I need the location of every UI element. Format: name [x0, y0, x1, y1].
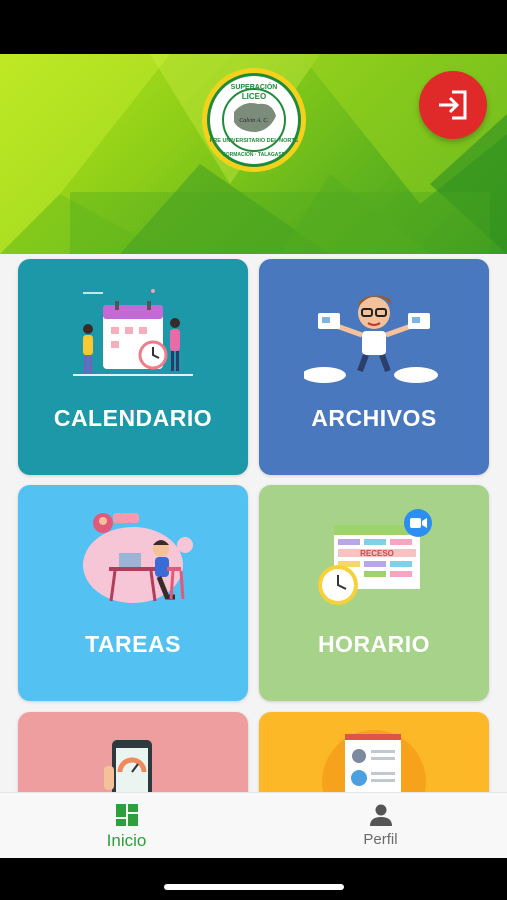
status-bar: [0, 0, 507, 54]
archivos-card[interactable]: ARCHIVOS: [259, 259, 489, 475]
tareas-label: TAREAS: [85, 631, 181, 657]
report-illustration-icon: [322, 730, 426, 792]
tareas-card[interactable]: TAREAS: [18, 485, 248, 701]
system-gesture-bar: [0, 858, 507, 900]
grades-card[interactable]: [18, 712, 248, 792]
files-illustration-icon: [304, 295, 438, 383]
menu-grid: CALENDARIO ARCHIVOS TAREAS RECESO HORARI…: [0, 254, 507, 792]
logo-signature: Calvin A. C.: [239, 118, 269, 124]
homework-illustration-icon: [83, 513, 193, 603]
calendario-label: CALENDARIO: [53, 405, 213, 431]
calendario-card[interactable]: CALENDARIO: [18, 259, 248, 475]
report-card[interactable]: [259, 712, 489, 792]
schedule-illustration-icon: RECESO: [318, 509, 432, 605]
calendar-illustration-icon: [73, 289, 193, 376]
horario-banner-text: RECESO: [360, 549, 394, 558]
nav-inicio-label: Inicio: [106, 831, 147, 850]
nav-perfil[interactable]: Perfil: [254, 793, 507, 859]
logo-inner-text: LICEO: [242, 92, 266, 101]
archivos-label: ARCHIVOS: [311, 405, 437, 431]
nav-inicio[interactable]: Inicio: [0, 793, 253, 859]
logout-icon: [439, 90, 467, 120]
dashboard-icon: [116, 804, 138, 826]
home-indicator[interactable]: [164, 884, 344, 890]
horario-card[interactable]: RECESO HORARIO: [259, 485, 489, 701]
logo-bottom-text: FORMACIÓN · TALAGASD: [223, 150, 286, 158]
bottom-navigation: Inicio Perfil: [0, 792, 507, 859]
logo-ring-text: PRE UNIVERSITARIO DEL NORTE: [210, 138, 299, 144]
horario-label: HORARIO: [317, 631, 431, 657]
logo-top-text: SUPERACIÓN: [231, 82, 278, 91]
logout-button[interactable]: [419, 71, 487, 139]
header-banner: SUPERACIÓN LICEO Calvin A. C. PRE UNIVER…: [0, 54, 507, 254]
person-icon: [370, 804, 392, 826]
nav-perfil-label: Perfil: [363, 831, 398, 848]
school-logo: SUPERACIÓN LICEO Calvin A. C. PRE UNIVER…: [200, 66, 308, 174]
phone-score-illustration-icon: [104, 740, 152, 792]
